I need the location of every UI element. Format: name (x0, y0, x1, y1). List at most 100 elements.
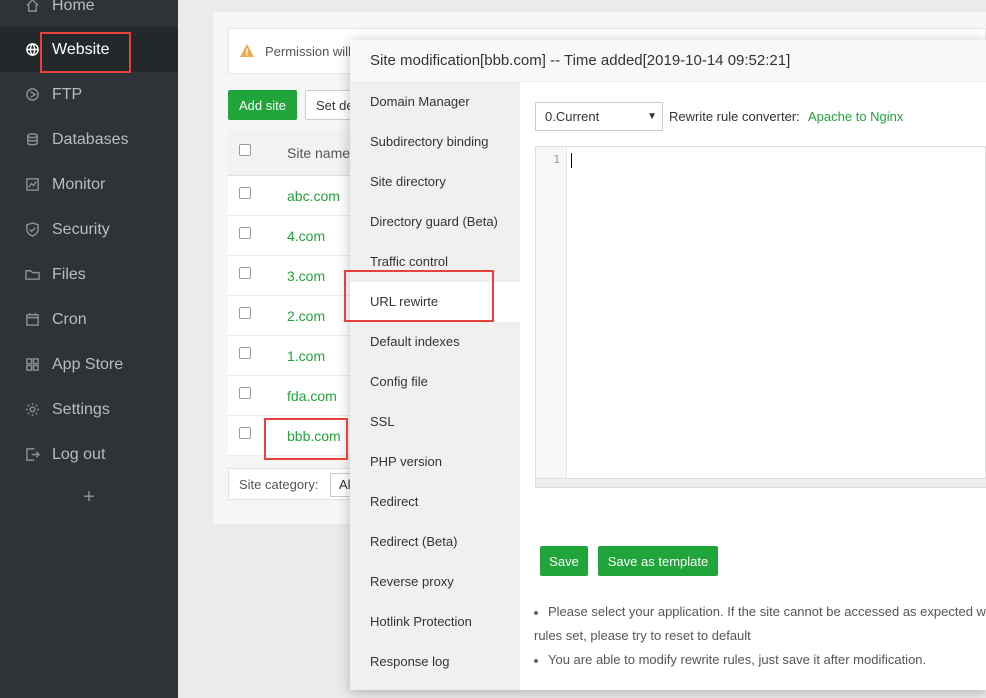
warning-text: Permission will (265, 43, 351, 59)
row-checkbox[interactable] (239, 187, 251, 199)
menu-item-directory-guard[interactable]: Directory guard (Beta) (350, 202, 520, 242)
table-header: Site name (228, 130, 368, 176)
sidebar-item-label: Log out (52, 445, 106, 463)
menu-item-config-file[interactable]: Config file (350, 362, 520, 402)
table-row: fda.com (228, 376, 368, 416)
line-number: 1 (553, 153, 560, 166)
menu-item-traffic-control[interactable]: Traffic control (350, 242, 520, 282)
globe-icon (24, 42, 40, 58)
row-checkbox[interactable] (239, 427, 251, 439)
sidebar-item-home[interactable]: Home (0, 0, 178, 28)
menu-item-redirect-beta[interactable]: Redirect (Beta) (350, 522, 520, 562)
database-icon (24, 132, 40, 148)
monitor-icon (24, 177, 40, 193)
sidebar-item-app-store[interactable]: App Store (0, 342, 178, 387)
text-cursor (571, 153, 572, 168)
row-checkbox[interactable] (239, 227, 251, 239)
tip-text: rules set, please try to reset to defaul… (534, 628, 751, 643)
save-as-template-button[interactable]: Save as template (598, 546, 718, 576)
table-row: abc.com (228, 176, 368, 216)
sidebar-item-label: Databases (52, 130, 129, 148)
folder-icon (24, 267, 40, 283)
category-label: Site category: (239, 477, 319, 492)
sidebar-item-logout[interactable]: Log out (0, 432, 178, 477)
row-checkbox[interactable] (239, 267, 251, 279)
tip-line: You are able to modify rewrite rules, ju… (534, 652, 926, 667)
table-row: 2.com (228, 296, 368, 336)
menu-item-redirect[interactable]: Redirect (350, 482, 520, 522)
menu-item-domain-manager[interactable]: Domain Manager (350, 82, 520, 122)
site-link[interactable]: fda.com (287, 388, 337, 404)
table-row: 4.com (228, 216, 368, 256)
sidebar-item-ftp[interactable]: FTP (0, 72, 178, 117)
tip-line: Please select your application. If the s… (534, 604, 986, 619)
version-select-value: 0.Current (545, 109, 600, 124)
dropdown-arrow-icon: ▼ (647, 111, 657, 122)
sidebar-item-label: Home (52, 0, 95, 14)
site-link[interactable]: 3.com (287, 268, 325, 284)
site-link[interactable]: abc.com (287, 188, 340, 204)
rewrite-rules-editor[interactable]: 1 (535, 146, 986, 488)
sidebar-item-label: Security (52, 220, 110, 238)
horizontal-scrollbar[interactable] (536, 478, 986, 487)
add-nav-button[interactable]: + (0, 482, 178, 512)
row-checkbox[interactable] (239, 307, 251, 319)
site-link[interactable]: 2.com (287, 308, 325, 324)
column-header-site-name: Site name (287, 145, 351, 161)
menu-item-default-indexes[interactable]: Default indexes (350, 322, 520, 362)
sidebar-item-monitor[interactable]: Monitor (0, 162, 178, 207)
table-row: 3.com (228, 256, 368, 296)
table-row: 1.com (228, 336, 368, 376)
modal-title: Site modification[bbb.com] -- Time added… (350, 40, 986, 82)
modal-menu: Domain Manager Subdirectory binding Site… (350, 82, 520, 690)
menu-item-url-rewrite[interactable]: URL rewirte (350, 282, 520, 322)
sidebar-item-settings[interactable]: Settings (0, 387, 178, 432)
home-icon (24, 0, 40, 14)
sidebar-item-label: Cron (52, 310, 87, 328)
sidebar-item-databases[interactable]: Databases (0, 117, 178, 162)
site-link[interactable]: 1.com (287, 348, 325, 364)
sidebar-item-label: Monitor (52, 175, 106, 193)
site-link[interactable]: bbb.com (287, 428, 341, 444)
sidebar-item-label: Website (52, 40, 110, 58)
row-checkbox[interactable] (239, 347, 251, 359)
menu-item-php-version[interactable]: PHP version (350, 442, 520, 482)
sidebar-item-label: Files (52, 265, 86, 283)
tip-text: Please select your application. If the s… (548, 604, 986, 619)
editor-gutter: 1 (536, 147, 567, 479)
version-select[interactable]: 0.Current ▼ (535, 102, 663, 131)
select-all-checkbox[interactable] (239, 144, 251, 156)
warning-icon (240, 44, 254, 57)
sidebar-item-cron[interactable]: Cron (0, 297, 178, 342)
sidebar: Home Website FTP Databases Monitor Secur… (0, 0, 178, 698)
sidebar-item-label: App Store (52, 355, 124, 373)
site-link[interactable]: 4.com (287, 228, 325, 244)
shield-icon (24, 222, 40, 238)
category-bar: Site category: Al (228, 468, 368, 500)
menu-item-ssl[interactable]: SSL (350, 402, 520, 442)
sidebar-item-security[interactable]: Security (0, 207, 178, 252)
tip-line: rules set, please try to reset to defaul… (534, 628, 751, 643)
add-site-button[interactable]: Add site (228, 90, 297, 120)
converter-link[interactable]: Apache to Nginx (808, 109, 903, 124)
row-checkbox[interactable] (239, 387, 251, 399)
modal-content: 0.Current ▼ Rewrite rule converter: Apac… (520, 82, 986, 690)
converter-label: Rewrite rule converter: (669, 109, 800, 124)
ftp-icon (24, 87, 40, 103)
calendar-icon (24, 312, 40, 328)
gear-icon (24, 402, 40, 418)
bullet-icon (534, 610, 538, 615)
menu-item-hotlink-protection[interactable]: Hotlink Protection (350, 602, 520, 642)
sidebar-item-website[interactable]: Website (0, 27, 178, 72)
sidebar-item-label: FTP (52, 85, 83, 103)
logout-icon (24, 447, 40, 463)
menu-item-subdirectory-binding[interactable]: Subdirectory binding (350, 122, 520, 162)
menu-item-response-log[interactable]: Response log (350, 642, 520, 682)
grid-icon (24, 357, 40, 373)
menu-item-reverse-proxy[interactable]: Reverse proxy (350, 562, 520, 602)
sidebar-item-files[interactable]: Files (0, 252, 178, 297)
save-button[interactable]: Save (540, 546, 588, 576)
menu-item-site-directory[interactable]: Site directory (350, 162, 520, 202)
sidebar-item-label: Settings (52, 400, 110, 418)
bullet-icon (534, 658, 538, 663)
